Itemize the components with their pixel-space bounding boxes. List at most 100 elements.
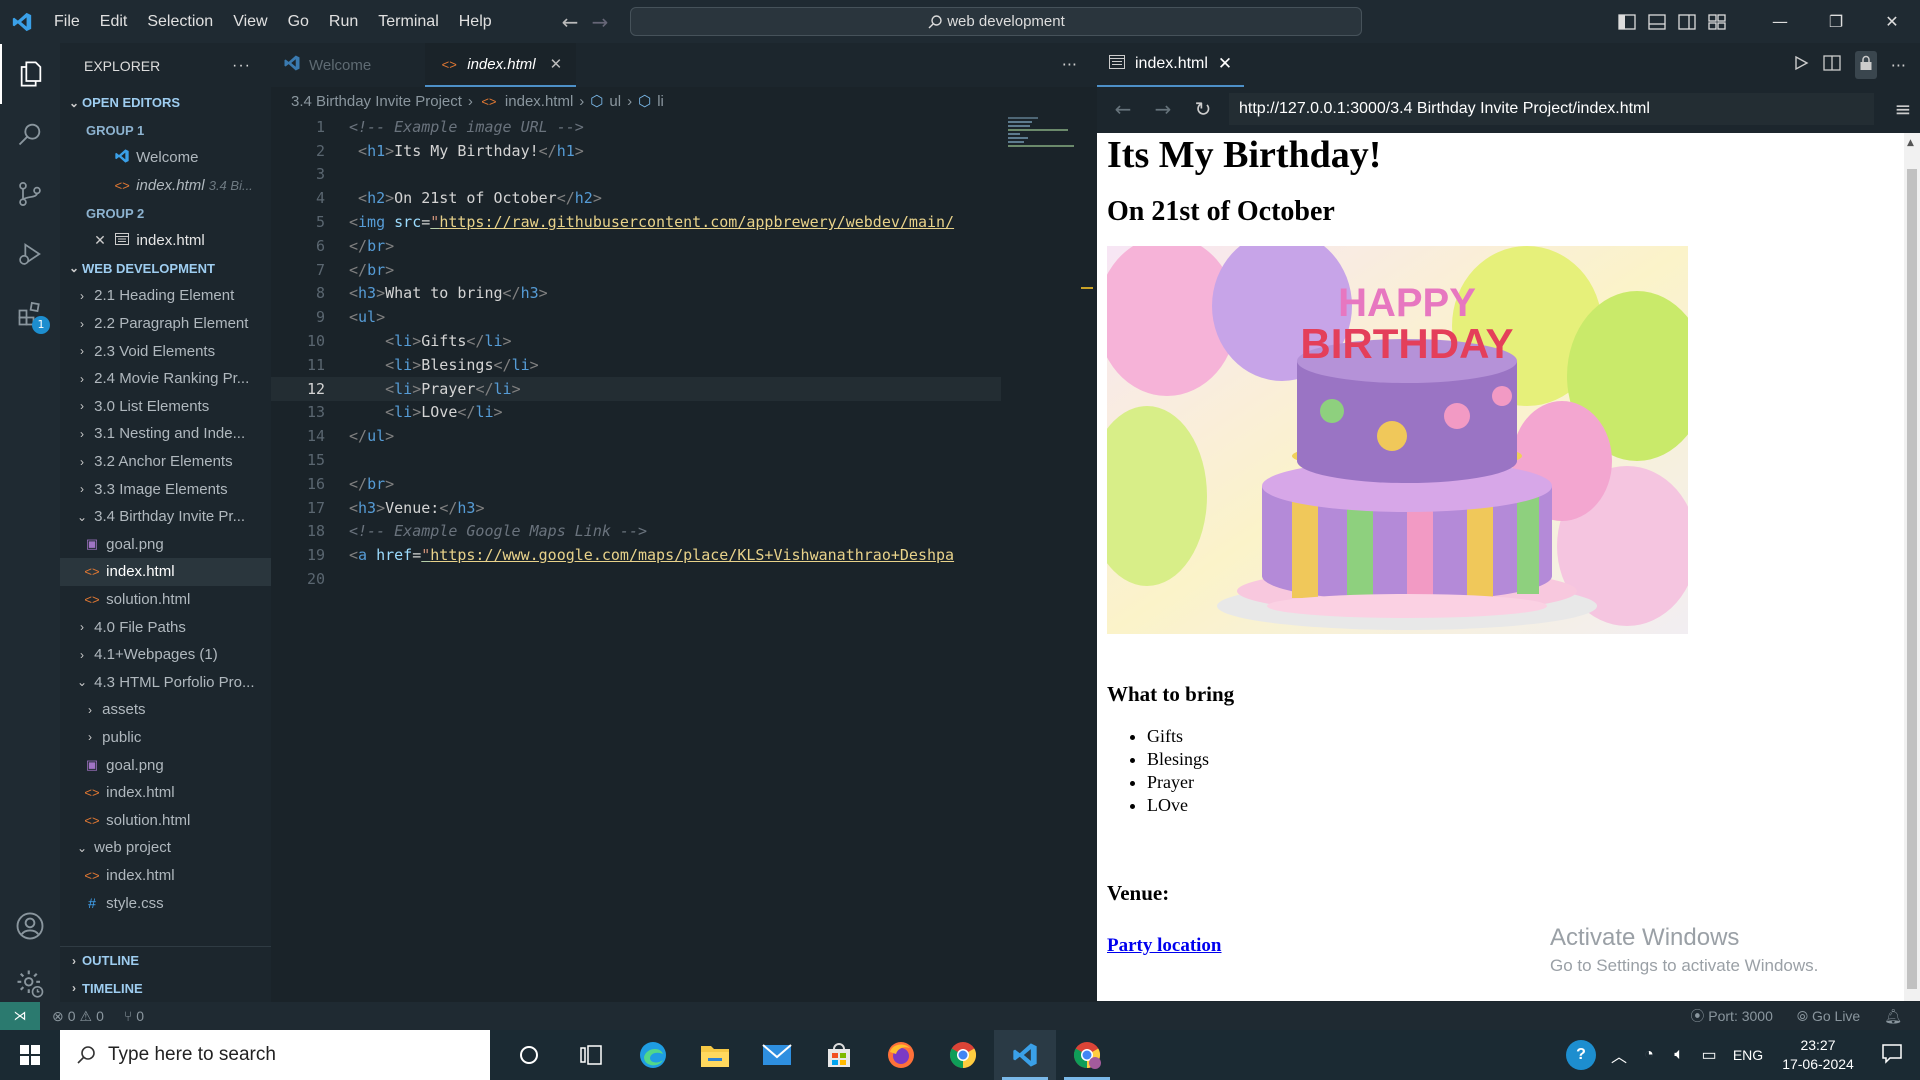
- edge-icon[interactable]: [622, 1030, 684, 1080]
- code-line[interactable]: 10 <li>Gifts</li>: [271, 329, 1001, 353]
- editor-more-actions-icon[interactable]: ···: [1062, 55, 1077, 74]
- chrome-icon[interactable]: [932, 1030, 994, 1080]
- chevron-up-icon[interactable]: ︿: [1604, 1043, 1634, 1067]
- tree-file[interactable]: # style.css: [60, 889, 271, 917]
- firefox-icon[interactable]: [870, 1030, 932, 1080]
- tree-file[interactable]: <> index.html: [60, 779, 271, 807]
- more-actions-icon[interactable]: ···: [1891, 56, 1906, 75]
- more-actions-icon[interactable]: ···: [232, 57, 251, 75]
- code-line[interactable]: 14 </ul>: [271, 424, 1001, 448]
- task-view-icon[interactable]: [560, 1030, 622, 1080]
- code-line[interactable]: 11 <li>Blesings</li>: [271, 353, 1001, 377]
- file-explorer-icon[interactable]: [684, 1030, 746, 1080]
- mail-icon[interactable]: [746, 1030, 808, 1080]
- back-arrow-icon[interactable]: ←: [1109, 97, 1137, 121]
- menu-run[interactable]: Run: [319, 0, 368, 43]
- code-line[interactable]: 9 <ul>: [271, 305, 1001, 329]
- open-editor-preview[interactable]: ✕ index.html: [60, 227, 271, 255]
- cortana-icon[interactable]: [498, 1030, 560, 1080]
- volume-icon[interactable]: 🔈︎: [1664, 1046, 1694, 1064]
- code-line[interactable]: 4 <h2>On 21st of October</h2>: [271, 186, 1001, 210]
- vscode-icon[interactable]: [994, 1030, 1056, 1080]
- language-indicator[interactable]: ENG: [1724, 1047, 1772, 1063]
- go-live-button[interactable]: ⦾ Go Live: [1797, 1008, 1860, 1025]
- preview-scrollbar[interactable]: ▲: [1904, 133, 1920, 1001]
- breadcrumb-folder[interactable]: 3.4 Birthday Invite Project: [291, 93, 462, 110]
- problems-indicator[interactable]: ⊗ 0 ⚠ 0: [52, 1008, 104, 1025]
- code-line[interactable]: 15: [271, 448, 1001, 472]
- minimap[interactable]: [1008, 115, 1078, 155]
- forward-arrow-icon[interactable]: →: [585, 10, 615, 34]
- explorer-icon[interactable]: [0, 44, 60, 104]
- code-line[interactable]: 18 <!-- Example Google Maps Link -->: [271, 520, 1001, 544]
- accounts-icon[interactable]: [0, 896, 60, 956]
- menu-terminal[interactable]: Terminal: [368, 0, 448, 43]
- menu-file[interactable]: File: [44, 0, 90, 43]
- tree-file[interactable]: <> solution.html: [60, 806, 271, 834]
- tree-folder[interactable]: › 3.0 List Elements: [60, 393, 271, 421]
- tree-folder[interactable]: ⌄ 4.3 HTML Porfolio Pro...: [60, 668, 271, 696]
- back-arrow-icon[interactable]: ←: [555, 10, 585, 34]
- open-editor-welcome[interactable]: Welcome: [60, 144, 271, 172]
- timeline-section[interactable]: › TIMELINE: [60, 975, 271, 1003]
- tree-folder[interactable]: › public: [60, 724, 271, 752]
- tree-folder[interactable]: › 2.4 Movie Ranking Pr...: [60, 365, 271, 393]
- menu-icon[interactable]: ≡: [1886, 97, 1920, 121]
- reload-icon[interactable]: ↻: [1189, 97, 1217, 121]
- code-line[interactable]: 8 <h3>What to bring</h3>: [271, 282, 1001, 306]
- run-debug-icon[interactable]: [0, 224, 60, 284]
- tree-file[interactable]: <> index.html: [60, 558, 271, 586]
- url-input[interactable]: http://127.0.0.1:3000/3.4 Birthday Invit…: [1229, 93, 1874, 125]
- menu-selection[interactable]: Selection: [137, 0, 223, 43]
- tree-folder[interactable]: › 3.1 Nesting and Inde...: [60, 420, 271, 448]
- tree-folder[interactable]: › assets: [60, 696, 271, 724]
- tree-folder[interactable]: › 2.2 Paragraph Element: [60, 310, 271, 338]
- tree-file[interactable]: ▣ goal.png: [60, 531, 271, 559]
- windows-start-icon[interactable]: [0, 1030, 60, 1080]
- toggle-panel-icon[interactable]: [1642, 0, 1672, 43]
- tab-index-html[interactable]: <> index.html ✕: [425, 43, 577, 87]
- open-editor-index-html[interactable]: <> index.html 3.4 Bi...: [60, 172, 271, 200]
- tree-folder[interactable]: › 4.0 File Paths: [60, 613, 271, 641]
- tree-file[interactable]: <> solution.html: [60, 586, 271, 614]
- close-icon[interactable]: ✕: [550, 55, 563, 73]
- code-line[interactable]: 3: [271, 163, 1001, 187]
- battery-icon[interactable]: ▭: [1694, 1045, 1724, 1065]
- code-line[interactable]: 7 </br>: [271, 258, 1001, 282]
- tree-folder[interactable]: ⌄ 3.4 Birthday Invite Pr...: [60, 503, 271, 531]
- code-line[interactable]: 2 <h1>Its My Birthday!</h1>: [271, 139, 1001, 163]
- menu-go[interactable]: Go: [278, 0, 319, 43]
- code-line[interactable]: 6 </br>: [271, 234, 1001, 258]
- code-line[interactable]: 13 <li>LOve</li>: [271, 401, 1001, 425]
- source-control-icon[interactable]: [0, 164, 60, 224]
- tree-folder[interactable]: › 2.1 Heading Element: [60, 282, 271, 310]
- code-line[interactable]: 5 <img src="https://raw.githubusercontent…: [271, 210, 1001, 234]
- toggle-primary-sidebar-icon[interactable]: [1612, 0, 1642, 43]
- taskbar-search[interactable]: Type here to search: [60, 1030, 490, 1080]
- restore-icon[interactable]: ❐: [1808, 0, 1864, 43]
- chrome-profile-icon[interactable]: [1056, 1030, 1118, 1080]
- code-line[interactable]: 1 <!-- Example image URL -->: [271, 115, 1001, 139]
- customize-layout-icon[interactable]: [1702, 0, 1732, 43]
- clock[interactable]: 23:27 17-06-2024: [1772, 1036, 1864, 1074]
- tree-folder[interactable]: › 4.1+Webpages (1): [60, 641, 271, 669]
- breadcrumb-ul[interactable]: ul: [609, 93, 621, 110]
- close-icon[interactable]: ✕: [92, 232, 108, 249]
- remote-icon[interactable]: ⋊: [0, 1002, 40, 1030]
- code-line[interactable]: 20: [271, 567, 1001, 591]
- forward-arrow-icon[interactable]: →: [1149, 97, 1177, 121]
- port-indicator[interactable]: ⦿ Port: 3000: [1690, 1006, 1773, 1026]
- code-line[interactable]: 16 </br>: [271, 472, 1001, 496]
- extensions-icon[interactable]: 1: [0, 284, 60, 344]
- tree-file[interactable]: <> index.html: [60, 862, 271, 890]
- toggle-secondary-sidebar-icon[interactable]: [1672, 0, 1702, 43]
- command-center-search[interactable]: web development: [630, 7, 1362, 36]
- outline-section[interactable]: › OUTLINE: [60, 947, 271, 975]
- breadcrumb-file[interactable]: index.html: [505, 93, 573, 110]
- run-icon[interactable]: [1793, 55, 1809, 75]
- help-icon[interactable]: ?: [1566, 1040, 1596, 1070]
- tree-file[interactable]: ▣ goal.png: [60, 751, 271, 779]
- store-icon[interactable]: [808, 1030, 870, 1080]
- workspace-section[interactable]: ⌄ WEB DEVELOPMENT: [60, 255, 271, 283]
- ports-indicator[interactable]: ⑂ 0: [124, 1008, 144, 1024]
